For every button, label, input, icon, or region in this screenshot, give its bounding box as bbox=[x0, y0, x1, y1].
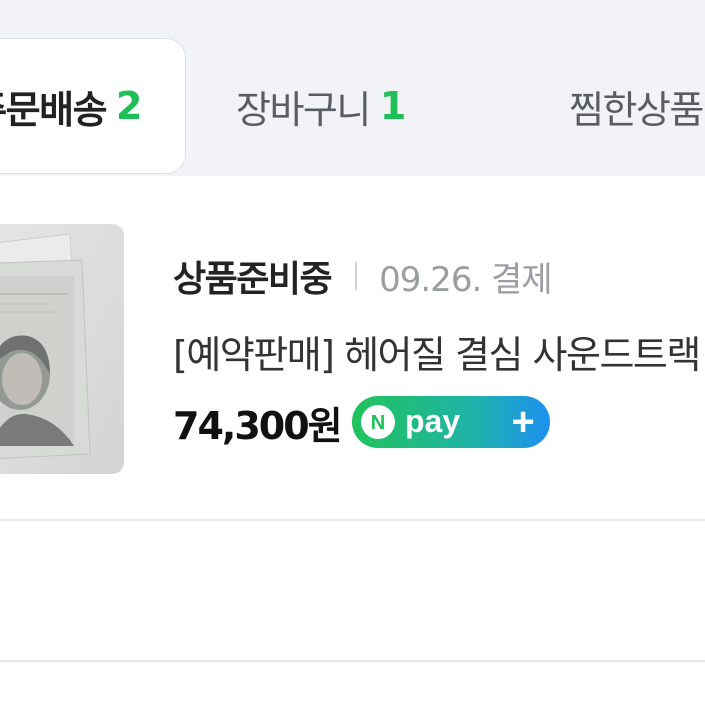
product-name[interactable]: [예약판매] 헤어질 결심 사운드트랙 bbox=[173, 324, 701, 379]
order-status: 상품준비중 bbox=[173, 259, 333, 300]
product-price: 74,300원 bbox=[173, 403, 343, 448]
tab-wishlist[interactable]: 찜한상품 bbox=[569, 38, 704, 174]
tab-orders-shipping[interactable]: 주문배송 2 bbox=[0, 38, 186, 174]
order-status-row: 상품준비중 09.26. 결제 bbox=[173, 248, 553, 304]
status-divider bbox=[355, 262, 358, 290]
npay-text: pay bbox=[405, 403, 460, 439]
tab-label: 찜한상품 bbox=[569, 87, 704, 132]
tab-count: 1 bbox=[379, 84, 406, 128]
product-image bbox=[0, 224, 124, 474]
section-divider bbox=[0, 660, 705, 662]
payment-date: 09.26. 결제 bbox=[379, 259, 553, 300]
section-divider bbox=[0, 519, 705, 521]
tab-cart[interactable]: 장바구니 1 bbox=[236, 38, 406, 174]
order-item[interactable]: 상품준비중 09.26. 결제 [예약판매] 헤어질 결심 사운드트랙 74,3… bbox=[0, 176, 705, 520]
tab-bar: 주문배송 2 장바구니 1 찜한상품 bbox=[0, 0, 705, 176]
naver-pay-plus-icon: N pay + bbox=[351, 396, 550, 448]
tab-label: 주문배송 bbox=[0, 87, 108, 132]
npay-n-letter: N bbox=[370, 412, 384, 434]
product-thumbnail[interactable] bbox=[0, 224, 124, 474]
tab-label: 장바구니 bbox=[236, 87, 371, 132]
price-row: 74,300원 N pay + bbox=[173, 394, 551, 450]
tab-count: 2 bbox=[116, 84, 142, 128]
npay-plus: + bbox=[511, 400, 534, 444]
